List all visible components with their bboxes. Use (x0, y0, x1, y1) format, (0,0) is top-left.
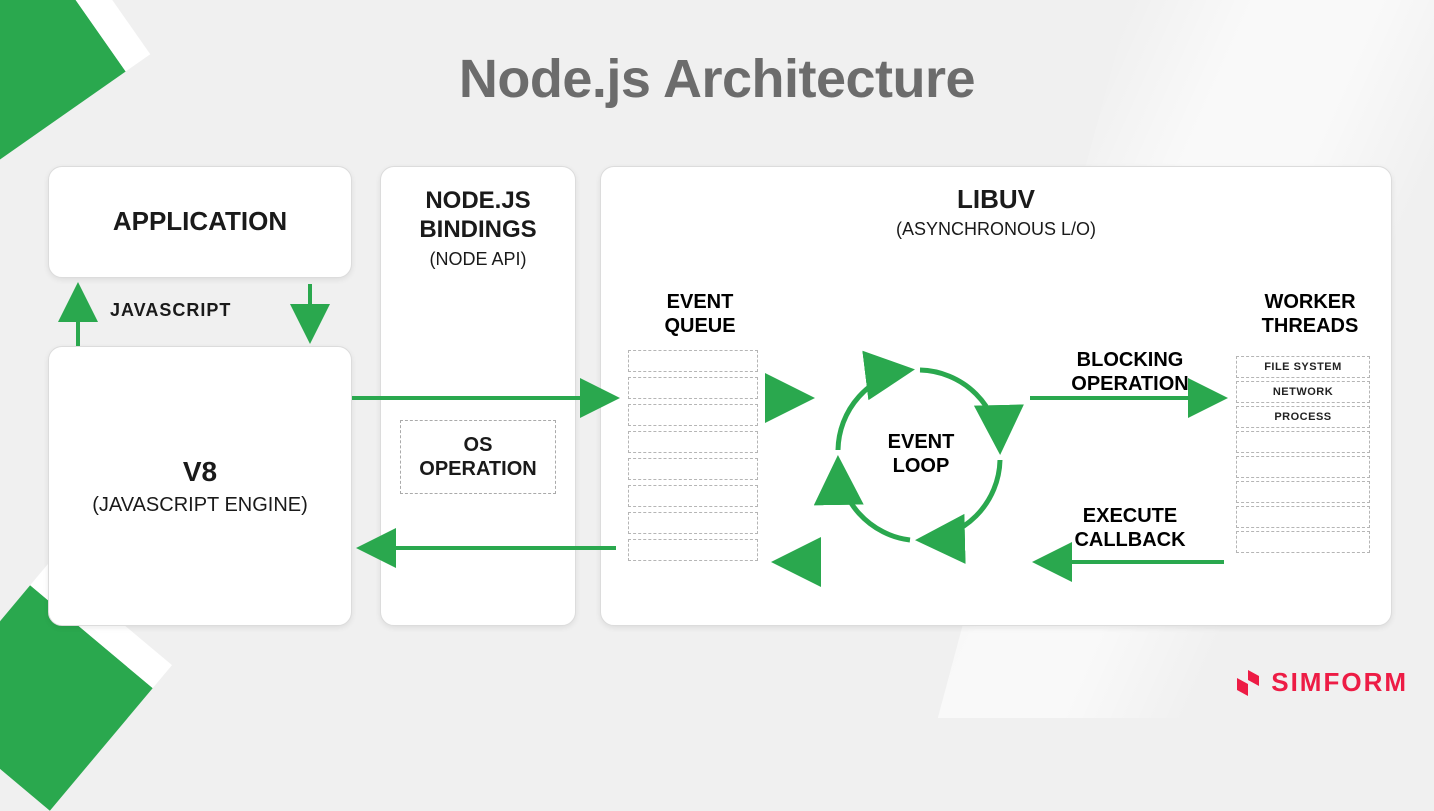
simform-logo: SIMFORM (1233, 667, 1408, 698)
event-loop-circle (838, 370, 1000, 540)
simform-icon (1233, 668, 1263, 698)
simform-text: SIMFORM (1271, 667, 1408, 698)
arrows-layer (0, 0, 1434, 718)
